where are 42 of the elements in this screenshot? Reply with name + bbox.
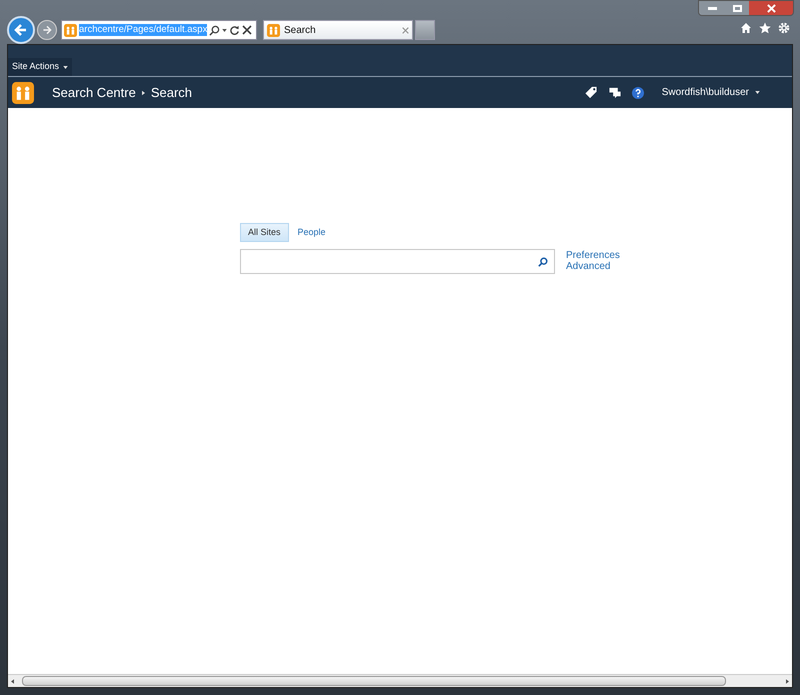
home-icon[interactable]: [740, 22, 752, 34]
stop-icon: [242, 25, 252, 35]
breadcrumb-link[interactable]: Search Centre: [52, 82, 136, 102]
notes-icon[interactable]: [608, 86, 622, 99]
caret-icon: [222, 28, 228, 32]
minimize-button[interactable]: [699, 1, 725, 15]
scope-tab[interactable]: All Sites: [240, 223, 289, 242]
search-field[interactable]: [240, 249, 555, 274]
help-icon[interactable]: [632, 86, 644, 98]
scroll-left-icon[interactable]: [11, 678, 14, 684]
search-icon[interactable]: [538, 256, 548, 266]
scope-tab[interactable]: People: [290, 223, 333, 242]
site-actions-menu[interactable]: Site Actions: [8, 58, 72, 76]
scroll-right-icon[interactable]: [786, 678, 789, 684]
browser-tab[interactable]: Search: [263, 20, 413, 40]
settings-icon[interactable]: [778, 22, 790, 34]
user-menu[interactable]: Swordfish\builduser: [662, 85, 760, 100]
back-arrow-icon: [14, 23, 28, 37]
close-button[interactable]: [749, 1, 793, 15]
text-link[interactable]: Advanced: [566, 261, 620, 272]
address-text: archcentre/Pages/default.aspx: [79, 24, 208, 36]
close-icon: [402, 26, 409, 34]
caret-icon: [755, 91, 760, 94]
forward-button[interactable]: [37, 20, 57, 40]
maximize-button[interactable]: [725, 1, 749, 15]
close-icon: [766, 4, 776, 12]
site-logo: [12, 82, 34, 104]
tag-icon[interactable]: [584, 86, 598, 99]
breadcrumb-link[interactable]: Search: [150, 82, 192, 102]
caret-icon: [63, 66, 68, 68]
breadcrumb-arrow-icon: [142, 90, 145, 96]
star-icon[interactable]: [759, 22, 771, 34]
site-icon: [267, 24, 280, 36]
site-icon: [64, 24, 77, 36]
tab-title: Search: [284, 24, 317, 38]
scrollbar-thumb[interactable]: [22, 676, 726, 686]
search-icon: [209, 24, 220, 36]
forward-arrow-icon: [42, 25, 52, 35]
horizontal-scrollbar[interactable]: [8, 674, 792, 687]
refresh-icon: [229, 24, 240, 36]
back-button[interactable]: [7, 16, 35, 44]
text-link[interactable]: Preferences: [566, 250, 620, 261]
